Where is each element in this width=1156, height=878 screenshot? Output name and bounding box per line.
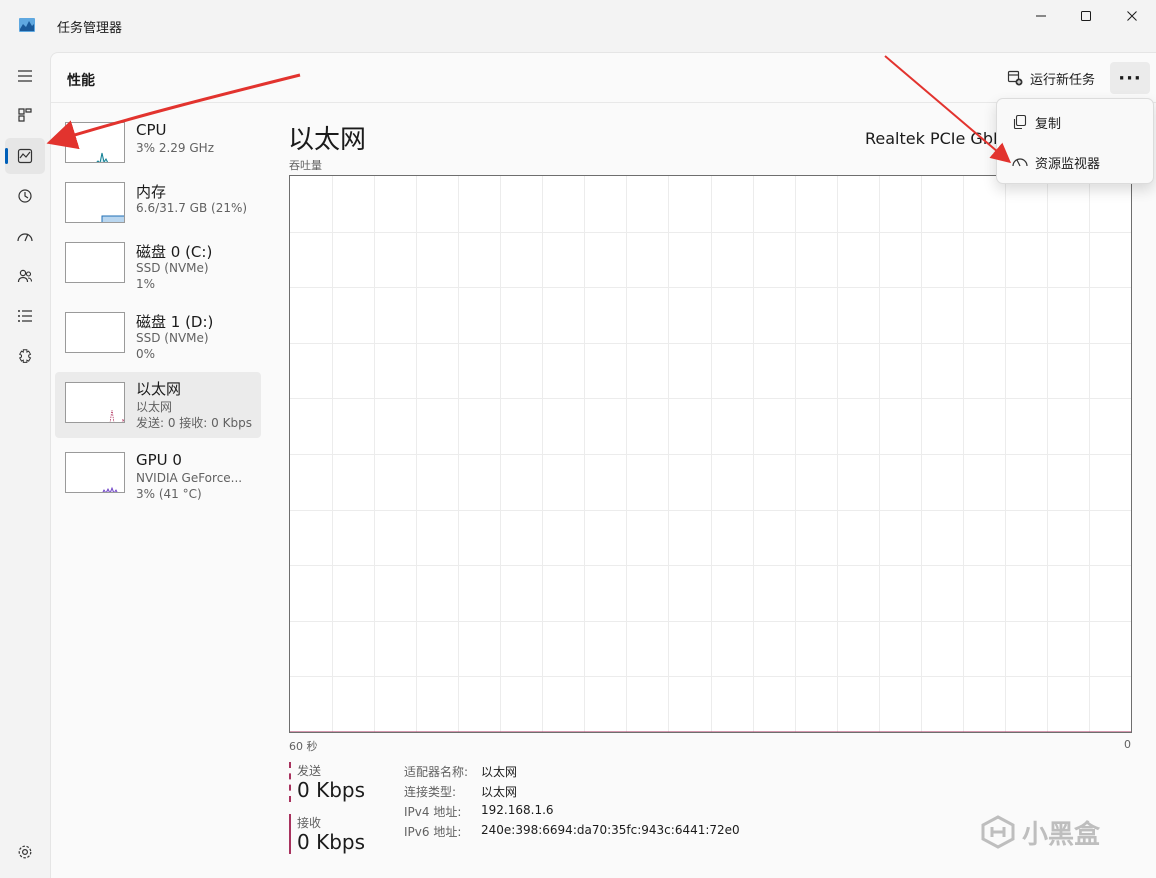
close-button[interactable] [1109,0,1155,32]
property-value: 以太网 [481,785,518,799]
performance-icon [17,148,33,164]
nav-settings[interactable] [5,834,45,870]
adapter-name: Realtek PCIe GbE [865,129,997,148]
page-header: 性能 运行新任务 ··· [51,53,1156,103]
property-key: 连接类型: [404,785,457,799]
device-name: GPU 0 [136,451,182,469]
device-usage: 发送: 0 接收: 0 Kbps [136,416,252,430]
property-key: IPv4 地址: [404,805,462,819]
run-new-task-label: 运行新任务 [1030,72,1096,88]
device-detail: SSD (NVMe) [136,331,209,345]
details-icon [18,310,32,322]
device-item-gpu[interactable]: GPU 0 NVIDIA GeForce... 3% (41 °C) [55,445,261,511]
device-detail: SSD (NVMe) [136,261,209,275]
disk-0-thumbnail-graph [65,242,125,283]
menu-item-label: 复制 [1035,116,1062,132]
app-history-icon [18,189,32,203]
window-title: 任务管理器 [57,21,123,36]
device-name: 磁盘 1 (D:) [136,313,214,331]
receive-stat: 接收 0 Kbps [289,814,409,858]
ethernet-thumbnail-graph [65,382,125,423]
minimize-button[interactable] [1018,0,1064,32]
send-value: 0 Kbps [297,778,366,802]
graph-y-label: 吞吐量 [289,159,322,172]
settings-icon [18,845,32,859]
task-manager-app-icon [19,17,35,32]
graph-title: 以太网 [288,125,367,155]
device-detail: 3% 2.29 GHz [136,141,215,155]
more-options-menu: 复制 资源监视器 [996,98,1154,184]
device-name: 内存 [136,183,167,201]
property-key: IPv6 地址: [404,825,462,839]
users-icon [17,269,33,283]
device-item-disk-1[interactable]: 磁盘 1 (D:) SSD (NVMe) 0% [55,305,261,371]
nav-processes[interactable] [5,97,45,133]
nav-hamburger[interactable] [5,58,45,94]
receive-value: 0 Kbps [297,830,366,854]
maximize-icon [1081,11,1091,21]
minimize-icon [1036,15,1046,17]
device-item-memory[interactable]: 内存 6.6/31.7 GB (21%) [55,175,261,241]
nav-app-history[interactable] [5,178,45,214]
nav-startup-apps[interactable] [5,218,45,254]
gpu-thumbnail-graph [65,452,125,493]
device-detail: 6.6/31.7 GB (21%) [136,201,248,215]
performance-page: 性能 运行新任务 ··· CPU 3% 2.29 GHz 内存 6.6/31.7… [50,52,1156,878]
property-value: 240e:398:6694:da70:35fc:943c:6441:72e0 [481,823,740,837]
nav-users[interactable] [5,258,45,294]
property-value: 192.168.1.6 [481,803,554,817]
menu-item-copy[interactable]: 复制 [1001,105,1149,139]
send-legend-bar [289,762,291,802]
nav-details[interactable] [5,298,45,334]
device-usage: 0% [136,347,156,361]
property-value: 以太网 [481,765,518,779]
graph-x-right-label: 0 [1124,738,1131,751]
device-name: 磁盘 0 (C:) [136,243,213,261]
receive-legend-bar [289,814,291,854]
side-navigation [0,52,50,878]
maximize-button[interactable] [1063,0,1109,32]
title-bar: 任务管理器 [0,0,1156,52]
resource-monitor-icon [1005,155,1035,169]
device-item-ethernet[interactable]: 以太网 以太网 发送: 0 接收: 0 Kbps [55,372,261,438]
device-detail: 以太网 [136,400,173,414]
send-label: 发送 [297,764,322,778]
more-options-button[interactable]: ··· [1110,62,1150,94]
startup-apps-icon [17,233,33,242]
device-usage: 3% (41 °C) [136,487,202,501]
menu-item-resource-monitor[interactable]: 资源监视器 [1001,145,1149,179]
watermark-logo: 小黑盒 [980,812,1100,852]
throughput-graph [289,175,1132,733]
receive-label: 接收 [297,816,322,830]
device-item-cpu[interactable]: CPU 3% 2.29 GHz [55,115,261,181]
copy-icon [1005,114,1035,130]
cpu-thumbnail-graph [65,122,125,163]
nav-performance[interactable] [5,138,45,174]
device-name: CPU [136,121,167,139]
close-icon [1127,11,1137,21]
device-usage: 1% [136,277,156,291]
device-detail: NVIDIA GeForce... [136,471,243,485]
memory-thumbnail-graph [65,182,125,223]
run-new-task-icon [1007,70,1023,86]
hamburger-menu-icon [18,70,32,82]
device-item-disk-0[interactable]: 磁盘 0 (C:) SSD (NVMe) 1% [55,235,261,301]
watermark-icon [981,815,1015,849]
send-stat: 发送 0 Kbps [289,762,409,806]
device-name: 以太网 [136,380,182,398]
graph-x-left-label: 60 秒 [289,740,318,753]
property-key: 适配器名称: [404,765,469,779]
device-list: CPU 3% 2.29 GHz 内存 6.6/31.7 GB (21%) 磁盘 … [51,115,265,515]
page-title: 性能 [67,73,95,89]
services-icon [19,349,32,363]
nav-services[interactable] [5,338,45,374]
processes-icon [18,108,32,122]
disk-1-thumbnail-graph [65,312,125,353]
run-new-task-button[interactable]: 运行新任务 [1001,63,1101,93]
menu-item-label: 资源监视器 [1035,156,1101,172]
